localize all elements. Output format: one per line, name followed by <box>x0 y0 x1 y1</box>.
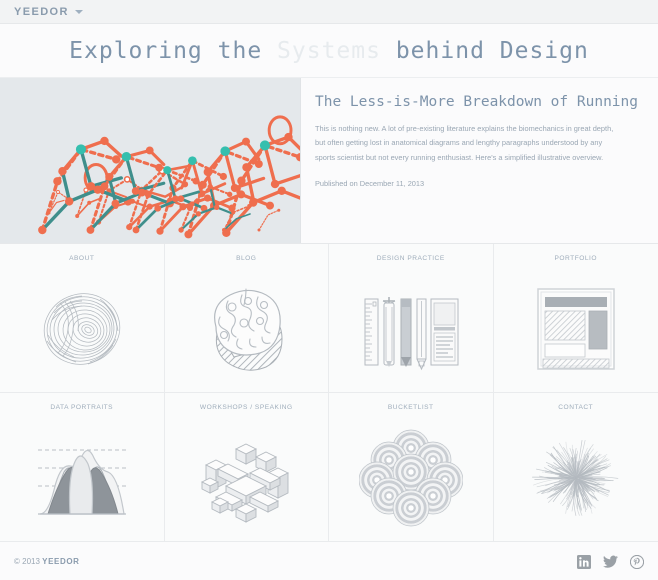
hero-text-panel: The Less-is-More Breakdown of Running Th… <box>300 78 658 243</box>
grid-item-data-portraits[interactable]: DATA PORTRAITS <box>0 393 165 542</box>
page-root: YEEDOR Exploring the Systems behind Desi… <box>0 0 658 580</box>
running-figure-svg <box>38 115 300 239</box>
top-bar: YEEDOR <box>0 0 658 24</box>
grid-item-contact[interactable]: CONTACT <box>493 393 658 542</box>
distribution-curves-icon <box>30 415 134 541</box>
copyright: © 2013 YEEDOR <box>14 557 80 566</box>
hero-section: The Less-is-More Breakdown of Running Th… <box>0 78 658 244</box>
title-part-1: Exploring the <box>69 37 263 64</box>
grid-item-label: DESIGN PRACTICE <box>376 255 445 262</box>
linkedin-icon[interactable] <box>577 554 591 569</box>
grid-item-label: PORTFOLIO <box>554 255 597 262</box>
drafting-tools-icon <box>359 266 463 392</box>
grid-item-workshops-speaking[interactable]: WORKSHOPS / SPEAKING <box>164 393 329 542</box>
brain-icon <box>194 266 298 392</box>
webpage-wireframe-icon <box>524 266 628 392</box>
pinterest-icon[interactable] <box>630 554 644 569</box>
overlapping-circles-icon <box>358 415 463 541</box>
article-published-date: Published on December 11, 2013 <box>314 179 425 189</box>
title-part-2: behind Design <box>395 37 589 64</box>
twitter-icon[interactable] <box>603 555 618 569</box>
grid-item-label: BLOG <box>236 255 257 262</box>
title-highlight: Systems <box>277 37 381 64</box>
fingerprint-sphere-icon <box>30 266 134 392</box>
page-title: Exploring the Systems behind Design <box>69 38 589 64</box>
category-grid: ABOUT BLOG DESIGN PRACTICE PORTFOLIO DAT… <box>0 244 658 542</box>
grid-item-label: ABOUT <box>69 255 95 262</box>
grid-item-label: CONTACT <box>558 404 594 411</box>
grid-item-label: DATA PORTRAITS <box>50 404 114 411</box>
social-links <box>577 554 644 569</box>
grid-item-label: BUCKETLIST <box>387 404 434 411</box>
grid-item-blog[interactable]: BLOG <box>164 244 329 393</box>
grid-item-portfolio[interactable]: PORTFOLIO <box>493 244 658 393</box>
grid-item-label: WORKSHOPS / SPEAKING <box>199 404 293 411</box>
copyright-brand: YEEDOR <box>42 557 80 566</box>
site-title-bar: Exploring the Systems behind Design <box>0 24 658 78</box>
isometric-blocks-icon <box>194 415 298 541</box>
article-heading: The Less-is-More Breakdown of Running <box>314 94 638 110</box>
brand-label: YEEDOR <box>14 5 69 18</box>
grid-item-bucketlist[interactable]: BUCKETLIST <box>329 393 494 542</box>
chevron-down-icon[interactable] <box>74 9 83 14</box>
grid-item-about[interactable]: ABOUT <box>0 244 165 393</box>
running-figure-motion-study <box>0 78 301 243</box>
footer: © 2013 YEEDOR <box>0 542 658 580</box>
grid-item-design-practice[interactable]: DESIGN PRACTICE <box>329 244 494 393</box>
article-body: This is nothing new. A lot of pre-existi… <box>314 124 614 162</box>
copyright-text: © 2013 <box>14 557 43 566</box>
radial-burst-icon <box>524 415 628 541</box>
brand-menu[interactable]: YEEDOR <box>14 6 83 18</box>
